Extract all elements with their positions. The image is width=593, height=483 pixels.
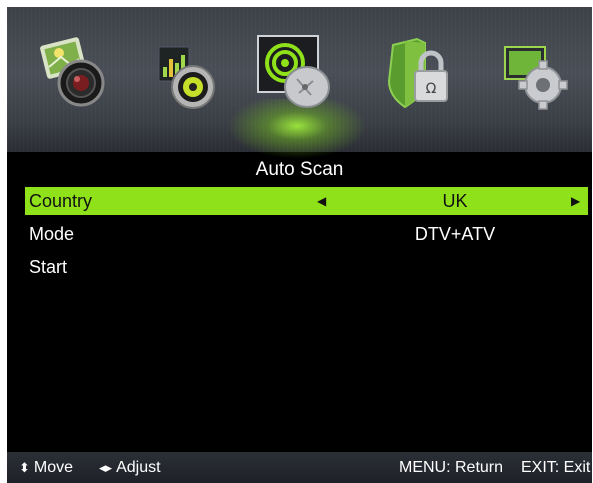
picture-icon[interactable] <box>37 37 109 111</box>
mode-row[interactable]: Mode DTV+ATV <box>25 220 588 248</box>
lock-icon[interactable]: Ω <box>385 37 457 111</box>
start-row[interactable]: Start <box>25 253 588 281</box>
country-row[interactable]: Country ◀ UK ▶ <box>25 187 588 215</box>
setup-icon[interactable] <box>499 37 571 111</box>
channel-icon[interactable] <box>259 37 331 111</box>
menu-return-hint: MENU: Return <box>399 459 504 476</box>
country-label: Country <box>29 191 93 211</box>
mode-value: DTV+ATV <box>414 224 496 244</box>
mode-label: Mode <box>29 224 75 244</box>
updown-arrow-icon: ⬍ <box>19 460 30 475</box>
svg-text:Ω: Ω <box>426 81 437 97</box>
move-hint: ⬍ Move <box>19 459 74 476</box>
arrow-right-icon[interactable]: ▶ <box>571 187 580 215</box>
arrow-left-icon[interactable]: ◀ <box>317 187 326 215</box>
hint-bar: ⬍ Move ◂▸ Adjust MENU: Return EXIT: Exit <box>7 452 592 483</box>
leftright-arrow-icon: ◂▸ <box>99 460 113 475</box>
country-value: UK <box>442 191 468 211</box>
sound-icon[interactable] <box>151 37 223 111</box>
adjust-hint: ◂▸ Adjust <box>99 459 161 476</box>
menu-icon-bar: Ω <box>7 7 592 159</box>
tv-menu-screen: Ω Auto Scan Country ◀ UK ▶ Mode DTV+ATV … <box>7 7 592 483</box>
start-label: Start <box>29 257 68 277</box>
exit-hint: EXIT: Exit <box>521 459 591 476</box>
page-title: Auto Scan <box>255 159 344 180</box>
